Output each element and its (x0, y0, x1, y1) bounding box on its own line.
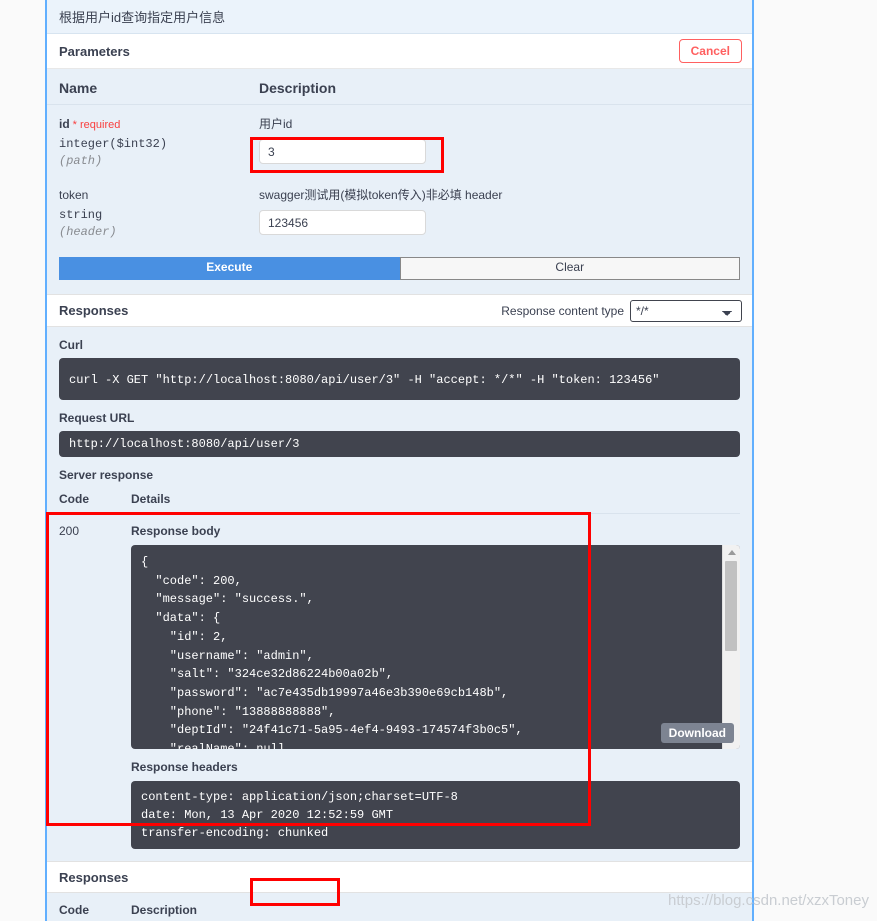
parameter-row-token: token string (header) swagger测试用(模拟token… (47, 172, 752, 243)
operation-panel: 根据用户id查询指定用户信息 Parameters Cancel Name De… (45, 0, 754, 921)
curl-command: curl -X GET "http://localhost:8080/api/u… (59, 358, 740, 400)
execute-button[interactable]: Execute (59, 257, 400, 280)
parameter-desc-cell-id: 用户id (259, 115, 740, 168)
response-headers-heading: Response headers (131, 760, 238, 774)
parameter-type-token: string (59, 208, 103, 222)
parameter-in-token: (header) (59, 225, 117, 239)
parameter-label-id: id (59, 117, 70, 131)
server-response-area: Curl curl -X GET "http://localhost:8080/… (47, 338, 752, 849)
parameter-row-id: id * required integer($int32) (path) 用户id (47, 105, 752, 172)
response-content-type-label: Response content type (501, 303, 624, 318)
parameters-header: Parameters Cancel (47, 34, 752, 69)
parameter-name-id: id * required (59, 115, 259, 133)
responses-table-columns: Code Description (59, 893, 740, 921)
operation-summary: 根据用户id查询指定用户信息 (47, 0, 752, 34)
response-headers-content: content-type: application/json;charset=U… (141, 790, 458, 840)
scroll-up-arrow-icon[interactable] (727, 550, 736, 555)
parameter-name-cell-token: token string (header) (59, 186, 259, 239)
parameter-input-id[interactable] (259, 139, 426, 164)
server-response-details: Response body { "code": 200, "message": … (131, 524, 740, 849)
response-body-content: { "code": 200, "message": "success.", "d… (141, 555, 523, 749)
responses-table: Code Description 200 响应成功 (47, 893, 752, 921)
server-response-code: 200 (59, 524, 80, 538)
parameter-type-id: integer($int32) (59, 137, 168, 151)
required-marker-id: * required (72, 119, 121, 131)
response-content-type-group: Response content type */* (501, 299, 742, 322)
column-header-code-2: Code (59, 903, 89, 917)
swagger-ui-screenshot: 根据用户id查询指定用户信息 Parameters Cancel Name De… (0, 0, 877, 921)
parameter-name-token: token (59, 186, 259, 204)
operation-summary-text: 根据用户id查询指定用户信息 (59, 10, 226, 25)
curl-heading: Curl (59, 338, 83, 352)
request-url-heading: Request URL (59, 411, 135, 425)
parameters-table-header: Name Description (47, 69, 752, 105)
parameter-name-cell-id: id * required integer($int32) (path) (59, 115, 259, 168)
request-url-value: http://localhost:8080/api/user/3 (59, 431, 740, 457)
clear-button[interactable]: Clear (399, 257, 740, 280)
server-response-row: 200 Response body { "code": 200, "messag… (59, 514, 740, 849)
parameter-in-id: (path) (59, 154, 103, 168)
server-response-table-header: Code Details (59, 482, 740, 514)
parameter-input-token[interactable] (259, 210, 426, 235)
parameter-label-token: token (59, 188, 89, 202)
response-headers-box: content-type: application/json;charset=U… (131, 781, 740, 849)
cancel-button[interactable]: Cancel (678, 38, 742, 64)
responses-header: Responses Response content type */* (47, 294, 752, 327)
action-button-row: Execute Clear (59, 257, 740, 280)
response-content-type-select[interactable]: */* (630, 299, 742, 322)
parameter-desc-cell-token: swagger测试用(模拟token传入)非必填 header (259, 186, 740, 239)
scrollbar-thumb[interactable] (725, 561, 737, 651)
response-body-box: { "code": 200, "message": "success.", "d… (131, 545, 740, 749)
column-header-code: Code (59, 492, 89, 506)
column-header-description-2: Description (131, 903, 198, 917)
column-header-description: Description (259, 80, 337, 96)
server-response-heading: Server response (59, 468, 154, 482)
responses-table-header-bar: Responses (47, 861, 752, 893)
responses-table-title: Responses (59, 869, 129, 885)
parameter-description-token: swagger测试用(模拟token传入)非必填 header (259, 188, 503, 202)
parameters-title: Parameters (59, 43, 130, 59)
responses-title: Responses (59, 303, 129, 318)
parameter-description-id: 用户id (259, 117, 293, 131)
column-header-name: Name (59, 80, 98, 96)
column-header-details: Details (131, 492, 171, 506)
response-body-heading: Response body (131, 524, 221, 538)
response-body-scrollbar[interactable] (722, 545, 740, 749)
download-button[interactable]: Download (660, 723, 734, 743)
